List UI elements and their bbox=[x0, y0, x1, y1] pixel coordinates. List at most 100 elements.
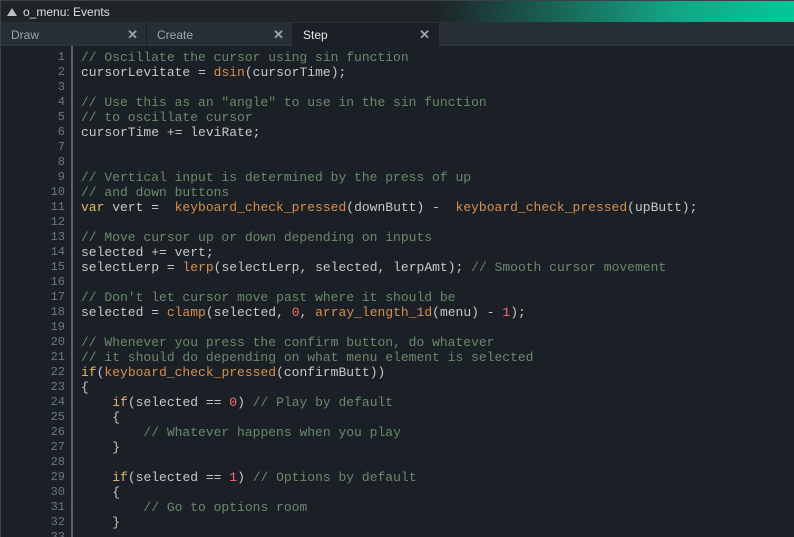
line-number: 20 bbox=[1, 335, 65, 350]
code-line[interactable]: // Vertical input is determined by the p… bbox=[81, 170, 794, 185]
code-line[interactable]: selected = clamp(selected, 0, array_leng… bbox=[81, 305, 794, 320]
line-number: 29 bbox=[1, 470, 65, 485]
line-number: 11 bbox=[1, 200, 65, 215]
token: if bbox=[112, 470, 128, 485]
token: ( bbox=[245, 65, 253, 80]
token: == bbox=[206, 395, 229, 410]
close-icon[interactable]: ✕ bbox=[419, 27, 430, 43]
token: 0 bbox=[229, 395, 237, 410]
token: selectLerp bbox=[81, 260, 167, 275]
token: // Don't let cursor move past where it s… bbox=[81, 290, 455, 305]
token: // Options by default bbox=[253, 470, 417, 485]
code-area[interactable]: // Oscillate the cursor using sin functi… bbox=[73, 46, 794, 537]
tab-draw[interactable]: Draw ✕ bbox=[1, 23, 147, 46]
tab-step[interactable]: Step✕ bbox=[293, 23, 439, 46]
code-line[interactable] bbox=[81, 215, 794, 230]
code-line[interactable]: if(selected == 0) // Play by default bbox=[81, 395, 794, 410]
line-number: 16 bbox=[1, 275, 65, 290]
token: += bbox=[151, 245, 174, 260]
close-icon[interactable]: ✕ bbox=[127, 27, 138, 43]
code-line[interactable]: // Go to options room bbox=[81, 500, 794, 515]
token: cursorTime bbox=[81, 125, 167, 140]
line-number: 23 bbox=[1, 380, 65, 395]
token: selected bbox=[136, 470, 206, 485]
token: ) bbox=[237, 470, 253, 485]
line-number: 27 bbox=[1, 440, 65, 455]
code-line[interactable]: // Use this as an "angle" to use in the … bbox=[81, 95, 794, 110]
token: selectLerp bbox=[221, 260, 299, 275]
window: o_menu: Events Draw✕Create✕Step✕ 1234567… bbox=[0, 0, 794, 537]
code-line[interactable] bbox=[81, 275, 794, 290]
line-number: 17 bbox=[1, 290, 65, 305]
token: , bbox=[300, 305, 316, 320]
token: // Play by default bbox=[253, 395, 393, 410]
app-icon bbox=[7, 8, 17, 16]
token: selected bbox=[136, 395, 206, 410]
code-line[interactable]: // it should do depending on what menu e… bbox=[81, 350, 794, 365]
code-line[interactable] bbox=[81, 155, 794, 170]
code-line[interactable]: // and down buttons bbox=[81, 185, 794, 200]
token: vert bbox=[175, 245, 206, 260]
code-line[interactable] bbox=[81, 530, 794, 537]
token: selected bbox=[81, 305, 151, 320]
line-number: 21 bbox=[1, 350, 65, 365]
token: // Whenever you press the confirm button… bbox=[81, 335, 494, 350]
line-number: 4 bbox=[1, 95, 65, 110]
code-line[interactable]: cursorTime += leviRate; bbox=[81, 125, 794, 140]
token: ; bbox=[253, 125, 261, 140]
token: if bbox=[112, 395, 128, 410]
code-editor[interactable]: 1234567891011121314151617181920212223242… bbox=[1, 46, 794, 537]
code-line[interactable]: cursorLevitate = dsin(cursorTime); bbox=[81, 65, 794, 80]
token bbox=[81, 485, 112, 500]
token: ( bbox=[128, 470, 136, 485]
token: selected bbox=[81, 245, 151, 260]
token: = bbox=[167, 260, 183, 275]
code-line[interactable]: // Whenever you press the confirm button… bbox=[81, 335, 794, 350]
token: var bbox=[81, 200, 104, 215]
token: ( bbox=[276, 365, 284, 380]
code-line[interactable] bbox=[81, 320, 794, 335]
token: - bbox=[487, 305, 503, 320]
titlebar[interactable]: o_menu: Events bbox=[1, 1, 794, 23]
token bbox=[81, 515, 112, 530]
code-line[interactable]: if(keyboard_check_pressed(confirmButt)) bbox=[81, 365, 794, 380]
close-icon[interactable]: ✕ bbox=[273, 27, 284, 43]
code-line[interactable]: selected += vert; bbox=[81, 245, 794, 260]
code-line[interactable]: } bbox=[81, 440, 794, 455]
token: array_length_1d bbox=[315, 305, 432, 320]
code-line[interactable]: var vert = keyboard_check_pressed(downBu… bbox=[81, 200, 794, 215]
tab-create[interactable]: Create✕ bbox=[147, 23, 293, 46]
token: ( bbox=[128, 395, 136, 410]
token: // Vertical input is determined by the p… bbox=[81, 170, 471, 185]
token: += bbox=[167, 125, 190, 140]
token: vert bbox=[104, 200, 151, 215]
token: confirmButt bbox=[284, 365, 370, 380]
token: selected bbox=[214, 305, 276, 320]
code-line[interactable]: { bbox=[81, 485, 794, 500]
line-number: 12 bbox=[1, 215, 65, 230]
token bbox=[81, 500, 143, 515]
code-line[interactable]: // to oscillate cursor bbox=[81, 110, 794, 125]
code-line[interactable]: // Oscillate the cursor using sin functi… bbox=[81, 50, 794, 65]
code-line[interactable]: if(selected == 1) // Options by default bbox=[81, 470, 794, 485]
code-line[interactable]: } bbox=[81, 515, 794, 530]
tab-label: Draw bbox=[11, 28, 39, 42]
code-line[interactable]: { bbox=[81, 410, 794, 425]
code-line[interactable]: selectLerp = lerp(selectLerp, selected, … bbox=[81, 260, 794, 275]
code-line[interactable] bbox=[81, 455, 794, 470]
token: = bbox=[151, 305, 167, 320]
token: 1 bbox=[229, 470, 237, 485]
token: // Smooth cursor movement bbox=[471, 260, 666, 275]
code-line[interactable]: // Whatever happens when you play bbox=[81, 425, 794, 440]
line-number: 1 bbox=[1, 50, 65, 65]
token: menu bbox=[440, 305, 471, 320]
token: ; bbox=[206, 245, 214, 260]
code-line[interactable] bbox=[81, 140, 794, 155]
code-line[interactable]: { bbox=[81, 380, 794, 395]
token: downButt bbox=[354, 200, 416, 215]
code-line[interactable] bbox=[81, 80, 794, 95]
token: cursorTime bbox=[253, 65, 331, 80]
code-line[interactable]: // Don't let cursor move past where it s… bbox=[81, 290, 794, 305]
code-line[interactable]: // Move cursor up or down depending on i… bbox=[81, 230, 794, 245]
token: ); bbox=[448, 260, 471, 275]
